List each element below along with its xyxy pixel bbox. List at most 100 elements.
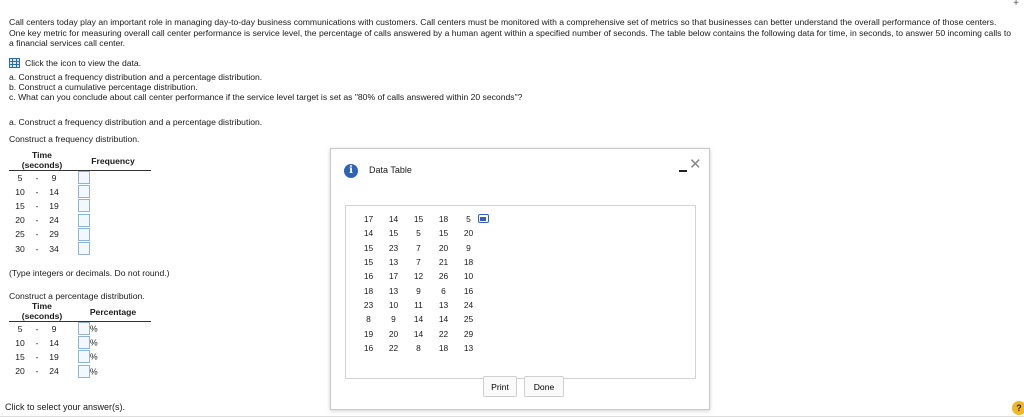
frequency-row: 5 - 9 xyxy=(9,171,151,185)
data-cell: 8 xyxy=(366,314,371,325)
data-row: 23 10 11 13 24 xyxy=(356,298,481,312)
copy-data-icon[interactable] xyxy=(478,214,489,223)
data-row: 16 17 12 26 10 xyxy=(356,269,481,283)
frequency-input[interactable] xyxy=(78,242,90,256)
data-cell: 17 xyxy=(363,214,374,225)
data-cell: 18 xyxy=(463,257,474,268)
data-row: 19 20 14 22 29 xyxy=(356,326,481,340)
data-cell: 13 xyxy=(388,257,399,268)
data-cell: 18 xyxy=(363,285,374,296)
percentage-table: Time (seconds) Percentage 5-9% 10-14% 15-1… xyxy=(9,301,151,378)
range-dash: - xyxy=(35,215,39,226)
data-row: 15 13 7 21 18 xyxy=(356,255,481,269)
range-dash: - xyxy=(35,323,39,334)
data-cell: 23 xyxy=(363,299,374,310)
range-dash: - xyxy=(35,229,39,240)
percentage-input[interactable] xyxy=(78,322,90,336)
help-icon[interactable]: ? xyxy=(1012,401,1024,415)
range-dash: - xyxy=(35,186,39,197)
plus-icon[interactable]: + xyxy=(1013,0,1019,9)
data-cell: 20 xyxy=(438,242,449,253)
time-header: Time (seconds) xyxy=(9,150,75,171)
print-button[interactable]: Print xyxy=(483,376,517,397)
task-c: c. What can you conclude about call cent… xyxy=(9,92,523,102)
data-cell: 9 xyxy=(391,314,396,325)
minimize-icon[interactable] xyxy=(679,170,687,172)
percentage-header: Percentage xyxy=(89,307,137,317)
table-icon[interactable] xyxy=(9,58,20,68)
data-table-dialog: i Data Table ✕ 17 14 15 18 5 14 15 5 15 20 15 23 7 20… xyxy=(330,148,710,410)
pct-time-header: Time (seconds) xyxy=(9,301,75,322)
range-dash: - xyxy=(35,337,39,348)
frequency-row: 10-14 xyxy=(9,185,151,199)
data-cell: 21 xyxy=(438,257,449,268)
task-a: a. Construct a frequency distribution an… xyxy=(9,72,263,82)
data-table-box: 17 14 15 18 5 14 15 5 15 20 15 23 7 20 9 15 13 7 21 18 16 17 1… xyxy=(345,205,696,379)
data-cell: 16 xyxy=(463,285,474,296)
range-low: 5 xyxy=(17,323,23,334)
seconds-header-label: (seconds) xyxy=(21,160,63,170)
frequency-input[interactable] xyxy=(78,185,90,199)
range-high: 24 xyxy=(49,366,59,377)
data-cell: 6 xyxy=(441,285,446,296)
data-cell: 22 xyxy=(388,342,399,353)
done-button[interactable]: Done xyxy=(524,376,564,397)
range-high: 34 xyxy=(49,243,59,254)
percentage-input[interactable] xyxy=(78,364,90,378)
data-cell: 5 xyxy=(416,228,421,239)
data-cell: 17 xyxy=(388,271,399,282)
range-high: 9 xyxy=(51,172,57,183)
data-cell: 13 xyxy=(438,299,449,310)
range-low: 10 xyxy=(15,337,25,348)
range-high: 19 xyxy=(49,351,59,362)
range-dash: - xyxy=(35,366,39,377)
frequency-row: 25-29 xyxy=(9,227,151,241)
percentage-row: 5 - 9% xyxy=(9,322,151,336)
frequency-table: Time (seconds) Frequency 5-9 10-14 15-19 20… xyxy=(9,150,151,256)
data-table: 17 14 15 18 5 14 15 5 15 20 15 23 7 20 9 15 13 7 21 18 16 17 1… xyxy=(356,212,481,355)
footer-instruction: Click to select your answer(s). xyxy=(5,402,126,412)
range-low: 20 xyxy=(15,215,25,226)
percent-sign: % xyxy=(90,351,98,362)
range-low: 15 xyxy=(15,351,25,362)
info-icon: i xyxy=(344,164,358,178)
data-cell: 9 xyxy=(416,285,421,296)
data-cell: 15 xyxy=(363,242,374,253)
data-cell: 7 xyxy=(416,257,421,268)
data-row: 17 14 15 18 5 xyxy=(356,212,481,226)
time-header-label: Time xyxy=(32,150,52,160)
data-cell: 14 xyxy=(413,328,424,339)
range-low: 15 xyxy=(15,200,25,211)
question-body: Call centers today play an important rol… xyxy=(9,17,1014,102)
data-row: 14 15 5 15 20 xyxy=(356,226,481,240)
data-cell: 19 xyxy=(363,328,374,339)
data-cell: 15 xyxy=(413,214,424,225)
percentage-input[interactable] xyxy=(78,336,90,350)
data-row: 18 13 9 6 16 xyxy=(356,283,481,297)
data-cell: 15 xyxy=(438,228,449,239)
frequency-input[interactable] xyxy=(78,171,90,185)
part-a-heading: a. Construct a frequency distribution an… xyxy=(9,117,263,127)
frequency-input[interactable] xyxy=(78,213,90,227)
data-cell: 24 xyxy=(463,299,474,310)
range-low: 30 xyxy=(15,243,25,254)
view-data-link[interactable]: Click the icon to view the data. xyxy=(9,58,141,68)
view-data-label: Click the icon to view the data. xyxy=(25,58,142,68)
data-cell: 14 xyxy=(413,314,424,325)
percentage-input[interactable] xyxy=(78,350,90,364)
data-cell: 26 xyxy=(438,271,449,282)
data-cell: 16 xyxy=(363,271,374,282)
data-cell: 15 xyxy=(363,257,374,268)
close-icon[interactable]: ✕ xyxy=(689,157,702,172)
data-cell: 10 xyxy=(388,299,399,310)
data-cell: 20 xyxy=(463,228,474,239)
frequency-input[interactable] xyxy=(78,227,90,241)
range-dash: - xyxy=(35,200,39,211)
percentage-label: Construct a percentage distribution. xyxy=(9,291,145,301)
range-dash: - xyxy=(35,243,39,254)
frequency-row: 20-24 xyxy=(9,213,151,227)
frequency-input[interactable] xyxy=(78,199,90,213)
data-row: 16 22 8 18 13 xyxy=(356,341,481,355)
range-low: 5 xyxy=(17,172,23,183)
data-cell: 8 xyxy=(416,342,421,353)
